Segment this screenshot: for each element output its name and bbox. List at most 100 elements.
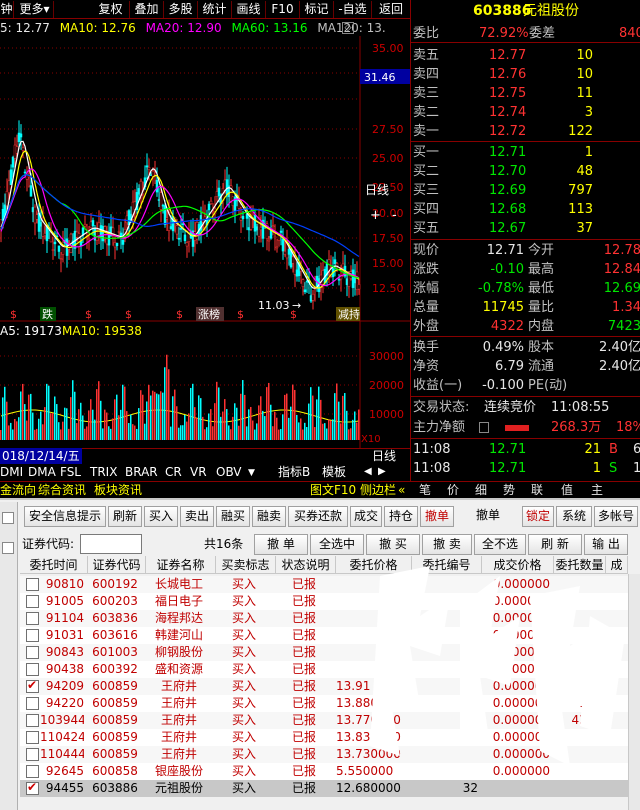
toolbar-overlay[interactable]: 叠加 [130, 1, 164, 18]
tab-ticks[interactable]: 笔 [419, 482, 431, 498]
row-checkbox[interactable] [26, 731, 39, 744]
tab-sidebar[interactable]: 侧边栏 [360, 482, 396, 498]
column-header[interactable]: 委托时间 [20, 556, 88, 574]
tree-node[interactable] [2, 542, 14, 554]
tab-cr[interactable]: CR [165, 464, 182, 480]
trade-toolbar-button[interactable]: 买入 [144, 506, 178, 527]
tab-vr[interactable]: VR [190, 464, 207, 480]
tab-template[interactable]: 模板 [322, 464, 346, 480]
buy-level-row[interactable]: 买三 12.69 797 [411, 181, 640, 200]
trade-toolbar-button[interactable]: 融卖 [252, 506, 286, 527]
menu-icon[interactable] [479, 422, 489, 433]
tab-obv[interactable]: OBV [216, 464, 242, 480]
buy-level-row[interactable]: 买二 12.70 48 [411, 162, 640, 181]
action-button[interactable]: 全不选 [474, 534, 526, 555]
tab-sector-news[interactable]: 板块资讯 [94, 482, 142, 498]
kline-chart[interactable]: 35.00 32.50 27.50 25.00 22.50 20.00 17.5… [0, 36, 410, 448]
event-icon[interactable]: $ [85, 308, 92, 321]
row-checkbox[interactable] [26, 678, 39, 693]
buy-level-row[interactable]: 买五 12.67 37 [411, 219, 640, 238]
toolbar-watchlist[interactable]: -自选 [334, 1, 372, 18]
tree-node[interactable] [2, 512, 14, 524]
sell-level-row[interactable]: 卖三 12.75 11 [411, 84, 640, 103]
event-icon[interactable]: $ [10, 308, 17, 321]
tab-value[interactable]: 值 [561, 482, 573, 498]
tab-trix[interactable]: TRIX [90, 464, 117, 480]
main-flow-row[interactable]: 主力净额 268.3万 18% [411, 418, 640, 437]
row-checkbox[interactable] [26, 714, 39, 727]
trade-toolbar-button[interactable]: 刷新 [108, 506, 142, 527]
arrow-left-icon[interactable]: ◀ [364, 466, 372, 477]
column-header[interactable]: 证券代码 [88, 556, 146, 574]
row-checkbox[interactable] [26, 697, 39, 710]
row-checkbox[interactable] [26, 663, 39, 676]
tab-fsl[interactable]: FSL [60, 464, 81, 480]
chevron-down-icon[interactable]: ▼ [248, 468, 255, 478]
toolbar-more[interactable]: 更多▾ [16, 1, 54, 18]
toolbar-mark[interactable]: 标记 [300, 1, 334, 18]
action-button[interactable]: 撤 单 [254, 534, 308, 555]
tab-dma[interactable]: DMA [28, 464, 56, 480]
action-button[interactable]: 刷 新 [528, 534, 582, 555]
action-button[interactable]: 撤 买 [366, 534, 420, 555]
row-checkbox[interactable] [26, 646, 39, 659]
row-checkbox[interactable] [26, 765, 39, 778]
trade-toolbar-button[interactable]: 系统 [556, 506, 592, 527]
tag-fall[interactable]: 跌 [42, 307, 53, 321]
tab-f10-graphic[interactable]: 图文F10 [310, 482, 356, 498]
trade-toolbar-button[interactable]: 卖出 [180, 506, 214, 527]
row-checkbox[interactable] [26, 595, 39, 608]
trade-toolbar-button[interactable]: 成交 [350, 506, 382, 527]
buy-level-row[interactable]: 买一 12.71 1 [411, 143, 640, 162]
row-checkbox[interactable] [26, 780, 39, 795]
double-chevron-icon[interactable]: « [398, 482, 405, 498]
row-checkbox[interactable] [26, 578, 39, 591]
tab-main[interactable]: 主 [591, 482, 603, 498]
splitter[interactable] [0, 498, 640, 500]
tab-indicator-b[interactable]: 指标B [278, 464, 310, 480]
toolbar-period[interactable]: 钟 [0, 1, 14, 18]
toolbar-draw[interactable]: 画线 [232, 1, 266, 18]
tag-reduce[interactable]: 减持 [338, 307, 360, 321]
zoom-in-button[interactable]: + [370, 208, 381, 223]
arrow-right-icon[interactable]: ▶ [378, 466, 386, 477]
toolbar-adjust[interactable]: 复权 [92, 1, 130, 18]
tab-news[interactable]: 综合资讯 [38, 482, 86, 498]
tag-rank[interactable]: 涨榜 [198, 307, 220, 321]
action-button[interactable]: 撤 卖 [422, 534, 472, 555]
tab-money-flow[interactable]: 金流向 [0, 482, 36, 498]
row-checkbox[interactable] [26, 629, 39, 642]
tab-price[interactable]: 价 [447, 482, 459, 498]
event-icon[interactable]: $ [176, 308, 183, 321]
tab-dmi[interactable]: DMI [0, 464, 23, 480]
trade-toolbar-button[interactable]: 融买 [216, 506, 250, 527]
event-icon[interactable]: $ [125, 308, 132, 321]
event-icon[interactable]: $ [290, 308, 297, 321]
event-icon[interactable]: $ [237, 308, 244, 321]
period-day[interactable]: 日线 [372, 448, 396, 464]
sell-level-row[interactable]: 卖四 12.76 10 [411, 65, 640, 84]
trade-toolbar-button[interactable]: 持仓 [384, 506, 418, 527]
column-header[interactable]: 状态说明 [276, 556, 336, 574]
row-checkbox[interactable] [26, 612, 39, 625]
toolbar-stats[interactable]: 统计 [198, 1, 232, 18]
trade-toolbar-button[interactable]: 撤单 [420, 506, 454, 527]
settings-icon[interactable]: ◇ [342, 22, 354, 34]
toolbar-multi[interactable]: 多股 [164, 1, 198, 18]
code-input[interactable] [80, 534, 142, 554]
tab-link[interactable]: 联 [531, 482, 543, 498]
action-button[interactable]: 全选中 [310, 534, 364, 555]
tab-brar[interactable]: BRAR [125, 464, 158, 480]
sell-level-row[interactable]: 卖五 12.77 10 [411, 46, 640, 65]
action-button[interactable]: 输 出 [584, 534, 628, 555]
column-header[interactable]: 买卖标志 [216, 556, 276, 574]
row-checkbox[interactable] [26, 748, 39, 761]
trade-toolbar-button[interactable]: 锁定 [522, 506, 554, 527]
trade-toolbar-button[interactable]: 安全信息提示 [24, 506, 106, 527]
sell-level-row[interactable]: 卖一 12.72 122 [411, 122, 640, 141]
buy-level-row[interactable]: 买四 12.68 113 [411, 200, 640, 219]
sell-level-row[interactable]: 卖二 12.74 3 [411, 103, 640, 122]
trade-toolbar-button[interactable]: 买券还款 [288, 506, 348, 527]
tab-detail[interactable]: 细 [475, 482, 487, 498]
tab-trend[interactable]: 势 [503, 482, 515, 498]
